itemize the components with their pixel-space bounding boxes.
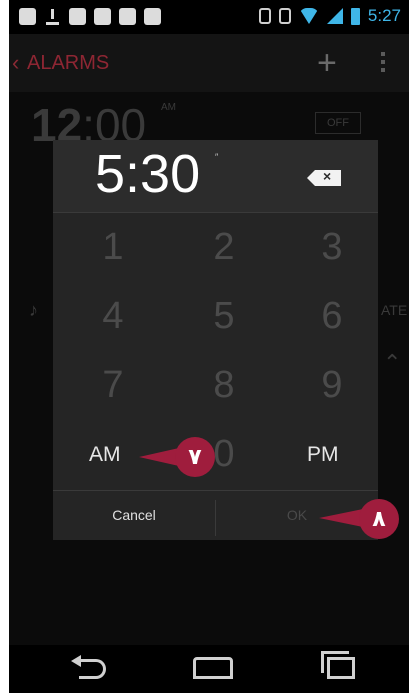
rotate-icon [278, 8, 291, 24]
callout-am: ٧ [175, 437, 215, 477]
navigation-bar [9, 645, 409, 693]
dialog-header: 5:30 ″ × [53, 140, 378, 212]
alarm-ampm: AM [161, 102, 176, 113]
nav-recents-icon[interactable] [321, 651, 355, 679]
callout-ok: ٨ [359, 499, 399, 539]
nav-back-icon[interactable] [71, 655, 111, 679]
status-bar: 5:27 [9, 0, 409, 34]
game-icon [144, 8, 161, 25]
bluetooth-icon [258, 8, 271, 24]
check-icon [94, 8, 111, 25]
key-1[interactable]: 1 [83, 226, 143, 269]
backspace-icon[interactable]: × [307, 168, 343, 186]
key-8[interactable]: 8 [194, 364, 254, 407]
battery-icon [350, 7, 360, 25]
cancel-button[interactable]: Cancel [53, 491, 215, 540]
partial-label: ATE [381, 302, 408, 318]
am-button[interactable]: AM [89, 443, 121, 467]
status-time: 5:27 [367, 6, 401, 25]
back-chevron-icon[interactable]: ‹ [12, 50, 19, 76]
callout-pointer-ok [319, 509, 363, 527]
key-3[interactable]: 3 [302, 226, 362, 269]
key-4[interactable]: 4 [83, 295, 143, 338]
collapse-caret-icon[interactable]: ⌃ [383, 350, 401, 376]
chat-icon [69, 8, 86, 25]
key-2[interactable]: 2 [194, 226, 254, 269]
phone-icon [19, 8, 36, 25]
key-5[interactable]: 5 [194, 295, 254, 338]
download-icon [44, 8, 61, 25]
key-9[interactable]: 9 [302, 364, 362, 407]
alarm-toggle[interactable]: OFF [315, 112, 361, 134]
wifi-icon [298, 8, 319, 24]
app-bar: ‹ ALARMS + [9, 34, 409, 92]
pm-button[interactable]: PM [307, 443, 339, 467]
app-title: ALARMS [27, 52, 110, 74]
signal-icon [326, 8, 343, 24]
callout-pointer-am [139, 448, 179, 466]
time-marker: ″ [215, 152, 219, 162]
key-7[interactable]: 7 [83, 364, 143, 407]
image-icon [119, 8, 136, 25]
nav-home-icon[interactable] [193, 657, 233, 679]
key-6[interactable]: 6 [302, 295, 362, 338]
overflow-menu-icon[interactable] [381, 52, 387, 76]
phone-screen: 5:27 ‹ ALARMS + 12:00 AM OFF ♪ ATE ⌃ 5:3… [9, 0, 409, 693]
add-alarm-button[interactable]: + [317, 44, 337, 83]
time-picker-dialog: 5:30 ″ × 1 2 3 4 5 6 7 8 9 0 AM PM Cance… [53, 140, 378, 540]
selected-time: 5:30 [95, 144, 201, 204]
music-note-icon: ♪ [29, 300, 38, 320]
